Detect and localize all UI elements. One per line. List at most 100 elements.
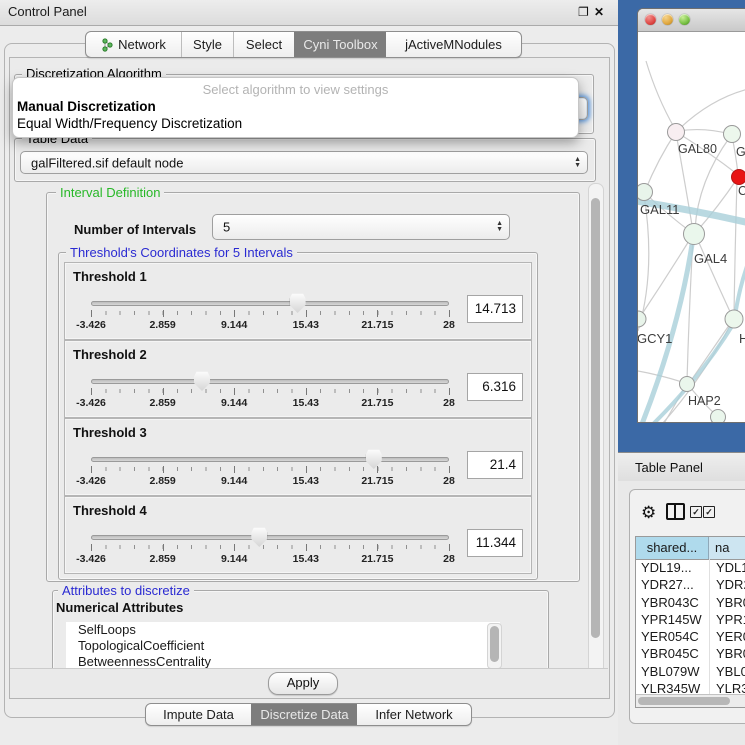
network-edge[interactable] <box>734 180 737 315</box>
network-window-titlebar[interactable] <box>638 9 745 32</box>
slider-major-tick <box>449 388 450 395</box>
scrollbar-thumb[interactable] <box>490 626 499 662</box>
threshold-value-field[interactable]: 21.4 <box>467 451 523 479</box>
table-data-value: galFiltered.sif default node <box>31 155 183 170</box>
table-row[interactable]: YPR145WYPR1 <box>636 611 745 628</box>
network-node-ga[interactable] <box>724 126 741 143</box>
threshold-value-field[interactable]: 14.713 <box>467 295 523 323</box>
tab-discretize-data[interactable]: Discretize Data <box>251 704 357 725</box>
slider-major-tick <box>449 544 450 551</box>
zoom-traffic-light-icon[interactable] <box>679 14 690 25</box>
close-icon[interactable]: ✕ <box>594 5 604 19</box>
scrollbar-thumb[interactable] <box>638 697 730 705</box>
table-row[interactable]: YBL079WYBL0 <box>636 663 745 680</box>
gear-icon[interactable]: ⚙ <box>641 503 656 523</box>
tick-label: 9.144 <box>221 553 247 565</box>
network-edge[interactable] <box>696 236 732 316</box>
slider-thumb[interactable] <box>366 449 382 469</box>
list-vertical-scrollbar[interactable] <box>487 623 502 669</box>
num-intervals-combobox[interactable]: 5 ▲▼ <box>212 214 510 240</box>
network-node-h[interactable] <box>725 310 743 328</box>
network-edge[interactable] <box>690 321 732 382</box>
tab-select[interactable]: Select <box>233 32 294 57</box>
network-node-gal11[interactable] <box>638 184 653 201</box>
tab-cyni-toolbox[interactable]: Cyni Toolbox <box>294 32 386 57</box>
checkbox-icon[interactable]: ✓ <box>690 506 702 518</box>
control-panel-tab-bar: Network Style SelectCyni ToolboxjActiveMNo… <box>85 31 522 58</box>
column-header-shared-name[interactable]: shared... <box>636 537 709 559</box>
network-node[interactable] <box>711 410 726 423</box>
network-node-hap2[interactable] <box>680 377 695 392</box>
tab-infer-network[interactable]: Infer Network <box>357 704 471 725</box>
slider-track[interactable] <box>91 457 449 462</box>
columns-icon[interactable] <box>666 503 685 520</box>
list-item[interactable]: SelfLoops <box>66 622 500 638</box>
checkbox-icon[interactable]: ✓ <box>703 506 715 518</box>
stepper-icon[interactable]: ▲▼ <box>496 221 503 233</box>
table-row[interactable]: YER054CYER0 <box>636 628 745 645</box>
close-traffic-light-icon[interactable] <box>645 14 656 25</box>
tab-label: Style <box>193 37 222 52</box>
network-edge[interactable] <box>640 238 693 422</box>
stepper-icon[interactable]: ▲▼ <box>574 157 581 169</box>
table-row[interactable]: YBR043CYBR0 <box>636 594 745 611</box>
list-item[interactable]: BetweennessCentrality <box>66 654 500 668</box>
network-edge[interactable] <box>678 130 730 134</box>
slider-thumb[interactable] <box>290 293 306 313</box>
numerical-attributes-list[interactable]: SelfLoopsTopologicalCoefficientBetweenne… <box>66 622 500 668</box>
network-node-gal4[interactable] <box>684 224 705 245</box>
threshold-value-field[interactable]: 6.316 <box>467 373 523 401</box>
tick-label: 2.859 <box>149 397 175 409</box>
attributes-group-title: Attributes to discretize <box>58 583 194 598</box>
node-label: GAL4 <box>694 251 727 266</box>
tick-label: 2.859 <box>149 319 175 331</box>
minimize-traffic-light-icon[interactable] <box>662 14 673 25</box>
network-edge[interactable] <box>646 61 678 134</box>
network-canvas[interactable]: GAL80GACGAL11GAL4GCY1HHAP2 <box>638 31 745 422</box>
slider-thumb[interactable] <box>194 371 210 391</box>
slider-major-tick <box>377 544 378 551</box>
cell-shared-name: YBR043C <box>636 594 709 611</box>
network-edge[interactable] <box>678 89 745 130</box>
network-node-gal80[interactable] <box>668 124 685 141</box>
cell-shared-name: YER054C <box>636 628 709 645</box>
tick-label: 21.715 <box>361 553 393 565</box>
menu-item-equal-width-frequency-discretization[interactable]: Equal Width/Frequency Discretization <box>17 116 242 131</box>
tab-jactivemnodules[interactable]: jActiveMNodules <box>386 32 521 57</box>
slider-major-tick <box>163 544 164 551</box>
tab-label: Impute Data <box>163 707 234 722</box>
table-row[interactable]: YDR27...YDR2 <box>636 576 745 593</box>
cell-shared-name: YDL19... <box>636 559 709 576</box>
table-row[interactable]: YDL19...YDL1 <box>636 559 745 576</box>
table-horizontal-scrollbar[interactable] <box>636 694 745 707</box>
slider-track[interactable] <box>91 535 449 540</box>
network-edge[interactable] <box>638 419 715 422</box>
table-row[interactable]: YBR045CYBR0 <box>636 645 745 662</box>
tab-network[interactable]: Network <box>86 32 181 57</box>
cell-name: YPR1 <box>709 611 745 628</box>
network-node-gcy1[interactable] <box>638 311 646 327</box>
slider-track[interactable] <box>91 379 449 384</box>
control-panel-title: Control Panel <box>8 4 87 19</box>
column-header-name[interactable]: na <box>709 537 745 559</box>
threshold-value-field[interactable]: 11.344 <box>467 529 523 557</box>
tick-label: -3.426 <box>76 397 106 409</box>
slider-thumb[interactable] <box>251 527 267 547</box>
float-window-icon[interactable]: ❐ <box>578 5 589 19</box>
slider-track[interactable] <box>91 301 449 306</box>
apply-button[interactable]: Apply <box>268 672 338 695</box>
table-data-combobox[interactable]: galFiltered.sif default node ▲▼ <box>20 151 588 174</box>
network-edge[interactable] <box>735 263 745 316</box>
tab-style[interactable]: Style <box>181 32 233 57</box>
network-edge[interactable] <box>645 132 676 191</box>
scrollbar-thumb[interactable] <box>591 198 600 638</box>
tick-label: -3.426 <box>76 475 106 487</box>
tick-label: 15.43 <box>293 319 319 331</box>
menu-item-manual-discretization[interactable]: Manual Discretization <box>17 99 156 114</box>
threshold-panel-1: Threshold 1-3.4262.8599.14415.4321.71528… <box>64 262 532 340</box>
panel-vertical-scrollbar[interactable] <box>588 183 604 690</box>
tab-impute-data[interactable]: Impute Data <box>146 704 251 725</box>
algorithm-dropdown-popup: Select algorithm to view settings Manual… <box>12 77 579 138</box>
network-node-c[interactable] <box>732 170 745 185</box>
list-item[interactable]: TopologicalCoefficient <box>66 638 500 654</box>
